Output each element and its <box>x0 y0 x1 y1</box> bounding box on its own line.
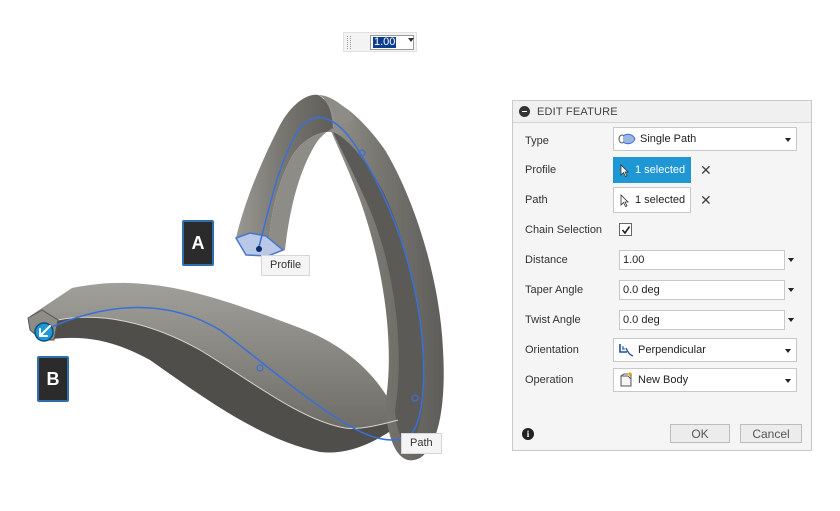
profile-selector[interactable]: 1 selected <box>613 157 691 183</box>
callout-a-label: A <box>191 232 205 253</box>
twist-angle-label: Twist Angle <box>525 314 581 326</box>
profile-label: Profile <box>525 164 557 176</box>
distance-mini-input[interactable]: 1.00 <box>343 32 417 52</box>
path-clear-icon[interactable]: ✕ <box>700 193 712 207</box>
new-body-icon <box>620 372 632 387</box>
path-selection-text: 1 selected <box>635 194 686 206</box>
cursor-arrow-icon <box>620 193 629 207</box>
orientation-label: Orientation <box>525 344 579 356</box>
type-label: Type <box>525 135 549 147</box>
ok-button[interactable]: OK <box>670 424 730 443</box>
dialog-header[interactable]: EDIT FEATURE <box>513 101 811 123</box>
chevron-down-icon[interactable] <box>788 318 794 322</box>
callout-b-label: B <box>46 368 60 389</box>
chain-selection-checkbox[interactable] <box>619 223 632 236</box>
drag-grip-icon[interactable] <box>347 36 351 49</box>
distance-input[interactable]: 1.00 <box>619 250 785 270</box>
orientation-value: Perpendicular <box>638 344 706 356</box>
chain-selection-label: Chain Selection <box>525 224 603 236</box>
direction-arrow-icon[interactable] <box>34 322 54 342</box>
chevron-down-icon[interactable] <box>408 38 414 42</box>
profile-tag: Profile <box>261 255 311 276</box>
single-path-icon <box>618 133 636 145</box>
chevron-down-icon[interactable] <box>785 349 791 353</box>
type-value: Single Path <box>640 133 697 145</box>
cancel-button[interactable]: Cancel <box>740 424 802 443</box>
path-label: Path <box>525 194 548 206</box>
path-selector[interactable]: 1 selected <box>613 187 691 213</box>
operation-value: New Body <box>638 374 689 386</box>
callout-b: B <box>37 356 69 402</box>
orientation-dropdown[interactable]: Perpendicular <box>613 338 797 362</box>
twist-angle-input[interactable]: 0.0 deg <box>619 310 785 330</box>
chevron-down-icon[interactable] <box>785 379 791 383</box>
collapse-icon[interactable] <box>519 106 530 117</box>
profile-center-point <box>256 246 262 252</box>
sweep-lower-band <box>30 282 398 429</box>
profile-clear-icon[interactable]: ✕ <box>700 163 712 177</box>
type-dropdown[interactable]: Single Path <box>613 127 797 151</box>
dialog-title: EDIT FEATURE <box>537 105 618 118</box>
chevron-down-icon[interactable] <box>785 138 791 142</box>
profile-selection-text: 1 selected <box>635 164 686 176</box>
operation-label: Operation <box>525 374 574 386</box>
distance-mini-value[interactable]: 1.00 <box>373 37 397 48</box>
swept-body[interactable] <box>27 94 444 461</box>
info-icon[interactable]: i <box>522 428 534 440</box>
chevron-down-icon[interactable] <box>788 258 794 262</box>
chevron-down-icon[interactable] <box>788 288 794 292</box>
operation-dropdown[interactable]: New Body <box>613 368 797 392</box>
checkmark-icon <box>621 226 631 235</box>
path-tag: Path <box>401 433 442 454</box>
edit-feature-dialog: EDIT FEATURE Type Single Path Profile 1 … <box>512 100 812 451</box>
cursor-arrow-icon <box>620 163 629 177</box>
distance-label: Distance <box>525 254 568 266</box>
perpendicular-icon <box>619 344 634 357</box>
chain-selection-row: Chain Selection <box>525 218 805 242</box>
callout-a: A <box>182 220 214 266</box>
taper-angle-input[interactable]: 0.0 deg <box>619 280 785 300</box>
taper-angle-label: Taper Angle <box>525 284 584 296</box>
